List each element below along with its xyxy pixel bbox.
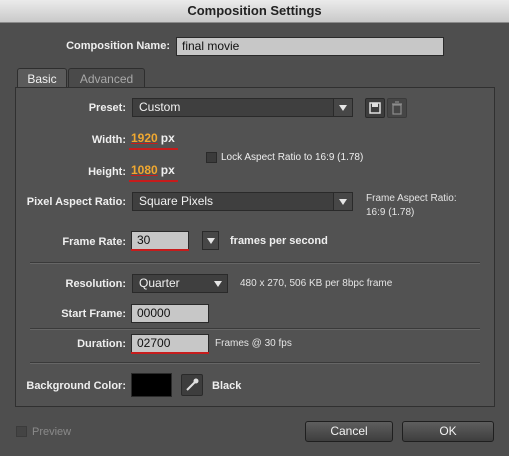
section-divider xyxy=(30,262,480,264)
frame-aspect-label: Frame Aspect Ratio: xyxy=(366,193,457,204)
ok-button[interactable]: OK xyxy=(402,421,494,442)
preset-value: Custom xyxy=(139,100,181,114)
eyedropper-icon[interactable] xyxy=(181,374,203,396)
chevron-down-icon xyxy=(203,232,218,249)
lock-aspect-label: Lock Aspect Ratio to 16:9 (1.78) xyxy=(221,152,364,163)
pixel-aspect-dropdown[interactable]: Square Pixels xyxy=(132,192,353,211)
height-error-underline xyxy=(129,180,178,182)
start-frame-label: Start Frame: xyxy=(61,308,126,320)
tab-advanced[interactable]: Advanced xyxy=(68,68,145,88)
duration-error-underline xyxy=(131,352,209,354)
preview-checkbox[interactable] xyxy=(16,426,27,437)
background-color-name: Black xyxy=(212,380,242,392)
height-label: Height: xyxy=(88,166,126,178)
height-unit: px xyxy=(160,163,175,177)
frame-rate-input[interactable]: 30 xyxy=(131,231,189,250)
resolution-value: Quarter xyxy=(139,276,180,290)
preset-label: Preset: xyxy=(88,102,126,114)
frame-rate-error-underline xyxy=(131,249,189,251)
section-divider xyxy=(30,328,480,330)
frame-rate-unit: frames per second xyxy=(230,235,328,247)
duration-label: Duration: xyxy=(77,338,126,350)
duration-info: Frames @ 30 fps xyxy=(215,338,292,349)
resolution-info: 480 x 270, 506 KB per 8bpc frame xyxy=(240,278,393,289)
pixel-aspect-label: Pixel Aspect Ratio: xyxy=(26,196,126,208)
tab-basic[interactable]: Basic xyxy=(17,68,67,88)
cancel-button[interactable]: Cancel xyxy=(305,421,393,442)
pixel-aspect-value: Square Pixels xyxy=(139,194,214,208)
chevron-down-icon xyxy=(333,193,352,210)
section-divider xyxy=(30,362,480,364)
background-color-label: Background Color: xyxy=(26,380,126,392)
frame-rate-label: Frame Rate: xyxy=(62,236,126,248)
start-frame-input[interactable]: 00000 xyxy=(131,304,209,323)
frame-aspect-value: 16:9 (1.78) xyxy=(366,207,415,218)
preset-dropdown[interactable]: Custom xyxy=(132,98,353,117)
lock-aspect-checkbox[interactable] xyxy=(206,152,217,163)
save-preset-icon[interactable] xyxy=(365,98,385,118)
window-title: Composition Settings xyxy=(0,0,509,23)
resolution-dropdown[interactable]: Quarter xyxy=(132,274,228,293)
duration-input[interactable]: 02700 xyxy=(131,334,209,353)
background-color-swatch[interactable] xyxy=(131,373,172,397)
composition-name-input[interactable]: final movie xyxy=(176,37,444,56)
chevron-down-icon xyxy=(333,99,352,116)
width-error-underline xyxy=(129,148,178,150)
preview-label: Preview xyxy=(32,426,72,438)
height-value[interactable]: 1080 xyxy=(131,163,158,177)
resolution-label: Resolution: xyxy=(65,278,127,290)
chevron-down-icon xyxy=(209,275,227,292)
width-label: Width: xyxy=(91,134,126,146)
frame-rate-dropdown[interactable] xyxy=(202,231,219,250)
trash-icon[interactable] xyxy=(387,98,407,118)
width-value[interactable]: 1920 xyxy=(131,131,158,145)
width-unit: px xyxy=(160,131,175,145)
composition-name-label: Composition Name: xyxy=(66,40,170,52)
